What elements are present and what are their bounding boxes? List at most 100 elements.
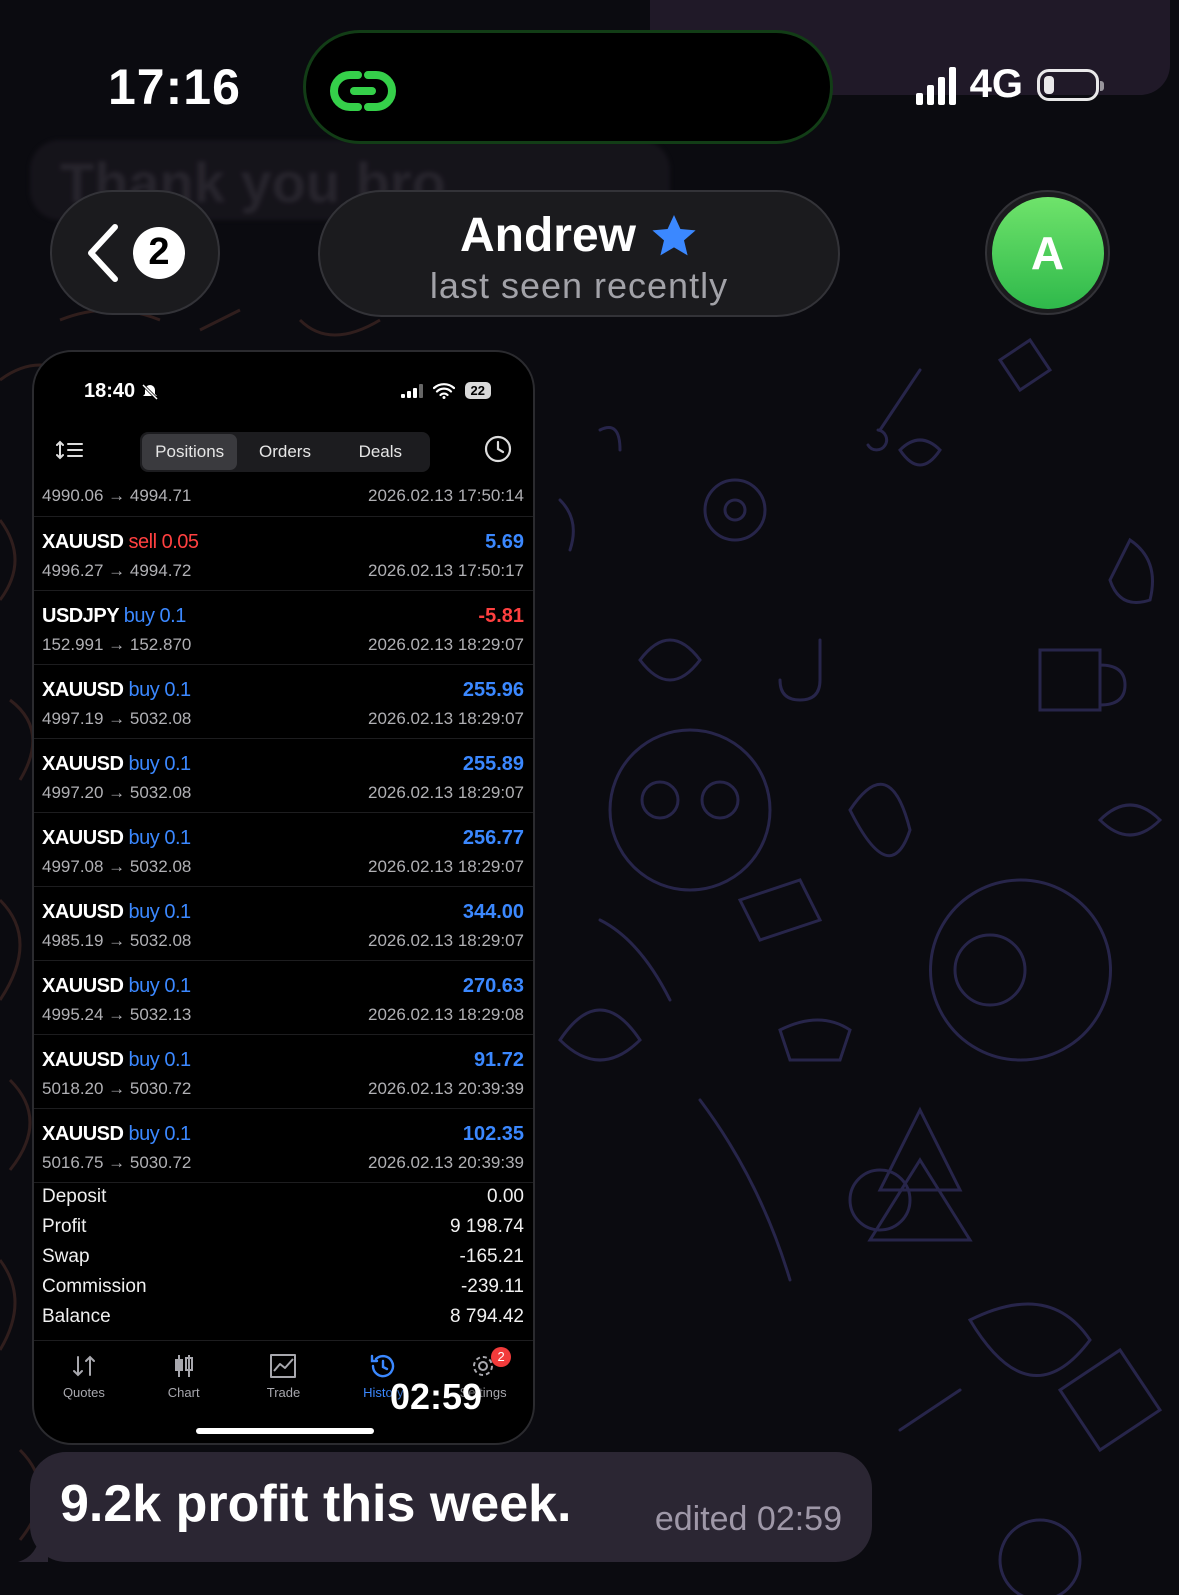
row-symbol: XAUUSD buy 0.1 bbox=[42, 827, 191, 850]
tab-positions[interactable]: Positions bbox=[142, 434, 238, 470]
trade-side: sell 0.05 bbox=[128, 531, 200, 553]
sort-icon[interactable] bbox=[56, 438, 84, 462]
summary-profit: Profit 9 198.74 bbox=[34, 1212, 533, 1242]
row-profit: 256.77 bbox=[462, 827, 524, 849]
table-row[interactable]: XAUUSD buy 0.1 344.00 4985.19 → 5032.08 202… bbox=[34, 887, 533, 961]
row-date: 2026.02.13 18:29:07 bbox=[368, 857, 524, 876]
symbol-text: XAUUSD bbox=[42, 1123, 124, 1145]
row-symbol: XAUUSD sell 0.05 bbox=[42, 531, 199, 554]
table-row[interactable]: XAUUSD sell 0.05 5.69 4996.27 → 4994.72 202… bbox=[34, 517, 533, 591]
row-profit: 102.35 bbox=[462, 1123, 524, 1145]
summary-swap: Swap -165.21 bbox=[34, 1242, 533, 1272]
nav-label: Chart bbox=[167, 1385, 200, 1400]
table-row[interactable]: XAUUSD buy 0.1 91.72 5018.20 → 5030.72 2026… bbox=[34, 1035, 533, 1109]
row-profit: 344.00 bbox=[462, 901, 524, 923]
symbol-text: XAUUSD bbox=[42, 901, 124, 923]
photo-message[interactable]: 18:40 22 Positions Orders Deals 4990.06 … bbox=[32, 350, 535, 1445]
table-row[interactable]: USDJPY buy 0.1 -5.81 152.991 → 152.870 2026… bbox=[34, 591, 533, 665]
symbol-text: XAUUSD bbox=[42, 531, 124, 553]
contact-status: last seen recently bbox=[429, 265, 729, 306]
trade-side: buy 0.1 bbox=[123, 605, 187, 627]
summary-value: 9 198.74 bbox=[450, 1216, 524, 1237]
table-row[interactable]: XAUUSD buy 0.1 256.77 4997.08 → 5032.08 202… bbox=[34, 813, 533, 887]
nav-quotes[interactable]: Quotes bbox=[34, 1341, 134, 1411]
summary-label: Balance bbox=[42, 1306, 111, 1327]
back-button[interactable]: 2 bbox=[50, 190, 220, 315]
bell-muted-icon bbox=[142, 383, 159, 400]
row-symbol: XAUUSD buy 0.1 bbox=[42, 1049, 191, 1072]
summary-label: Commission bbox=[42, 1276, 147, 1297]
row-symbol: XAUUSD buy 0.1 bbox=[42, 975, 191, 998]
battery-icon bbox=[1037, 68, 1104, 101]
row-prices: 4990.06 → 4994.71 bbox=[42, 486, 192, 505]
row-prices: 4997.08 → 5032.08 bbox=[42, 857, 192, 876]
table-row[interactable]: XAUUSD buy 0.1 255.96 4997.19 → 5032.08 202… bbox=[34, 665, 533, 739]
row-profit: 5.69 bbox=[485, 531, 524, 553]
table-row[interactable]: XAUUSD buy 0.1 255.89 4997.20 → 5032.08 202… bbox=[34, 739, 533, 813]
embedded-time: 18:40 bbox=[84, 380, 136, 402]
home-indicator bbox=[196, 1428, 374, 1434]
trade-side: buy 0.1 bbox=[128, 975, 192, 997]
premium-star-icon bbox=[652, 214, 696, 255]
nav-label: Trade bbox=[266, 1385, 301, 1400]
avatar: A bbox=[991, 196, 1104, 309]
nav-chart[interactable]: Chart bbox=[134, 1341, 234, 1411]
summary-label: Swap bbox=[42, 1246, 90, 1267]
message-meta: edited 02:59 bbox=[654, 1500, 842, 1538]
tab-deals[interactable]: Deals bbox=[333, 434, 428, 470]
trade-side: buy 0.1 bbox=[128, 753, 192, 775]
row-date: 2026.02.13 17:50:14 bbox=[368, 486, 524, 505]
link-chain-icon bbox=[330, 71, 396, 111]
row-profit: 255.96 bbox=[462, 679, 524, 701]
quotes-icon bbox=[72, 1355, 95, 1377]
cellular-signal-icon bbox=[915, 65, 956, 105]
deals-list: 4990.06 → 4994.71 2026.02.13 17:50:14 XA… bbox=[34, 482, 533, 1183]
row-date: 2026.02.13 20:39:39 bbox=[368, 1079, 524, 1098]
row-prices: 152.991 → 152.870 bbox=[42, 635, 192, 654]
period-clock-icon[interactable] bbox=[483, 434, 513, 464]
symbol-text: XAUUSD bbox=[42, 827, 124, 849]
row-prices: 5018.20 → 5030.72 bbox=[42, 1079, 192, 1098]
row-prices: 4996.27 → 4994.72 bbox=[42, 561, 192, 580]
trade-side: buy 0.1 bbox=[128, 1049, 192, 1071]
symbol-text: XAUUSD bbox=[42, 679, 124, 701]
row-profit: 91.72 bbox=[473, 1049, 524, 1071]
row-profit: 270.63 bbox=[462, 975, 524, 997]
embedded-battery: 22 bbox=[464, 382, 491, 399]
network-type: 4G bbox=[969, 62, 1023, 106]
summary-label: Deposit bbox=[42, 1186, 107, 1207]
row-profit: 255.89 bbox=[462, 753, 524, 775]
symbol-text: XAUUSD bbox=[42, 753, 124, 775]
table-row[interactable]: XAUUSD buy 0.1 270.63 4995.24 → 5032.13 202… bbox=[34, 961, 533, 1035]
trade-icon bbox=[270, 1354, 297, 1378]
row-prices: 4997.19 → 5032.08 bbox=[42, 709, 192, 728]
embedded-status-time: 18:40 bbox=[84, 380, 159, 403]
row-date: 2026.02.13 18:29:07 bbox=[368, 931, 524, 950]
contact-name: Andrew bbox=[459, 209, 636, 262]
row-date: 2026.02.13 18:29:07 bbox=[368, 783, 524, 802]
history-segment-control: Positions Orders Deals bbox=[140, 432, 430, 472]
table-row[interactable]: XAUUSD buy 0.1 102.35 5016.75 → 5030.72 202… bbox=[34, 1109, 533, 1183]
account-summary: Deposit 0.00 Profit 9 198.74 Swap -165.2… bbox=[34, 1182, 533, 1332]
summary-balance: Balance 8 794.42 bbox=[34, 1302, 533, 1332]
chat-title[interactable]: Andrew last seen recently bbox=[318, 190, 840, 317]
row-date: 2026.02.13 17:50:17 bbox=[368, 561, 524, 580]
trade-side: buy 0.1 bbox=[128, 901, 192, 923]
nav-trade[interactable]: Trade bbox=[234, 1341, 334, 1411]
dynamic-island[interactable] bbox=[303, 30, 833, 144]
message-bubble[interactable]: 9.2k profit this week. edited 02:59 bbox=[18, 1452, 872, 1562]
tab-orders[interactable]: Orders bbox=[237, 434, 332, 470]
row-prices: 5016.75 → 5030.72 bbox=[42, 1153, 192, 1172]
summary-value: 0.00 bbox=[487, 1186, 524, 1207]
symbol-text: XAUUSD bbox=[42, 1049, 124, 1071]
chevron-left-icon bbox=[88, 223, 118, 282]
embedded-signal-icon bbox=[400, 383, 423, 398]
table-row[interactable]: 4990.06 → 4994.71 2026.02.13 17:50:14 bbox=[34, 482, 533, 517]
contact-avatar-button[interactable]: A bbox=[985, 190, 1110, 315]
history-toolbar: Positions Orders Deals bbox=[34, 430, 533, 474]
trade-side: buy 0.1 bbox=[128, 827, 192, 849]
row-date: 2026.02.13 18:29:07 bbox=[368, 709, 524, 728]
row-prices: 4997.20 → 5032.08 bbox=[42, 783, 192, 802]
message-text: 9.2k profit this week. bbox=[60, 1475, 572, 1533]
row-symbol: USDJPY buy 0.1 bbox=[42, 605, 186, 628]
